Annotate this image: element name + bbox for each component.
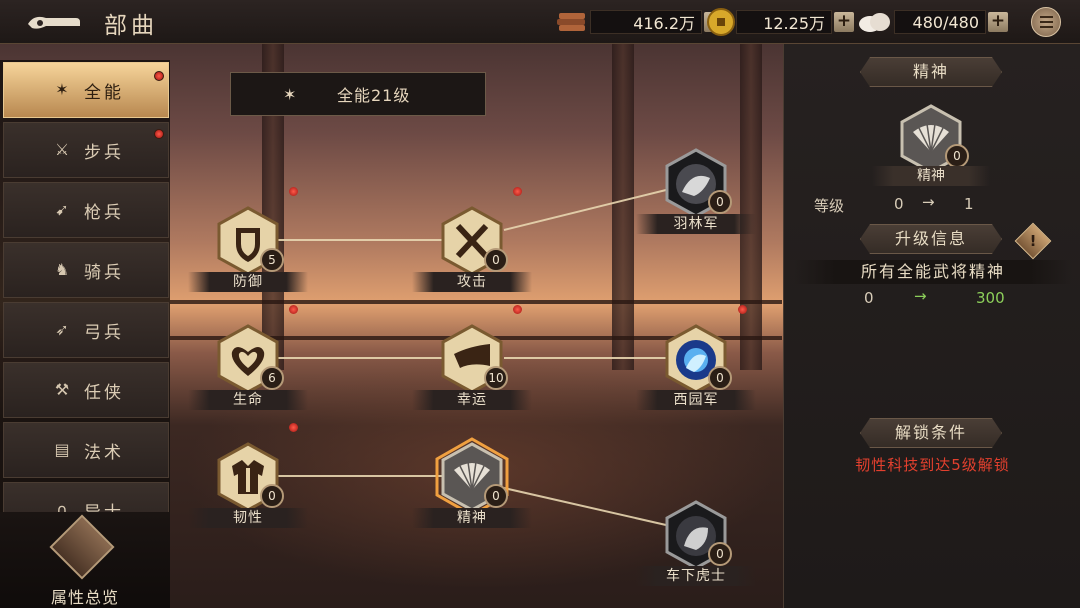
tab-label: 弓兵 (84, 322, 124, 343)
tech-node-yulin-army[interactable]: 0 羽林军 (636, 148, 756, 248)
back-arrow-icon[interactable] (24, 8, 82, 36)
tech-node-defense[interactable]: 5 防御 (188, 206, 308, 306)
tree-red-dot (513, 305, 522, 314)
tech-node-xiyuan-army[interactable]: 0 西园军 (636, 324, 756, 424)
node-count: 10 (484, 366, 508, 390)
level-text: 全能21级 (337, 86, 411, 105)
node-label: 生命 (188, 390, 308, 410)
node-count: 0 (708, 542, 732, 566)
skill-name: 精神 (872, 166, 990, 186)
detail-panel: 精神 0 精神 等级 0 → 1 升级信息 ! 所有全能武将精神 0 → 300… (783, 44, 1080, 608)
coins-value: 12.25万 (736, 10, 832, 34)
supplies-value: 416.2万 (590, 10, 702, 34)
unlock-requirement: 韧性科技到达5级解锁 (855, 456, 1010, 474)
background-pillar (612, 40, 634, 370)
node-label: 羽林军 (636, 214, 756, 234)
level-to: 1 (964, 195, 974, 213)
cloud-bun-icon (859, 13, 890, 32)
tech-node-luck[interactable]: 10 幸运 (412, 324, 532, 424)
node-count: 0 (708, 366, 732, 390)
stat-description: 所有全能武将精神 (794, 260, 1072, 284)
stat-from: 0 (864, 289, 874, 307)
node-label: 幸运 (412, 390, 532, 410)
panel-header: 精神 (860, 57, 1002, 87)
level-arrow: → (922, 193, 935, 211)
node-count: 5 (260, 248, 284, 272)
attribute-overview-button[interactable]: 属性总览 (0, 512, 170, 608)
tech-node-toughness[interactable]: 0 韧性 (188, 442, 308, 542)
bow-icon: ➶ (55, 320, 69, 339)
tree-red-dot (513, 187, 522, 196)
gold-coin-icon (707, 8, 735, 36)
unlock-conditions-header: 解锁条件 (860, 418, 1002, 448)
tab-cavalry[interactable]: ♞ 骑兵 (3, 242, 169, 298)
node-count: 6 (260, 366, 284, 390)
scroll-icon (49, 514, 115, 580)
tech-node-attack[interactable]: 0 攻击 (412, 206, 532, 306)
level-banner: ✶ 全能21级 (230, 72, 486, 116)
axe-icon: ⚒ (54, 380, 70, 399)
menu-button[interactable] (1031, 7, 1061, 37)
node-label: 韧性 (188, 508, 308, 528)
tab-label: 任侠 (84, 382, 124, 403)
upgrade-info-header: 升级信息 (860, 224, 1002, 254)
scroll-stack-icon (557, 13, 585, 31)
tab-label: 全能 (84, 82, 124, 103)
node-count: 0 (260, 484, 284, 508)
top-bar: 部曲 416.2万 + 12.25万 + 480/480 + (0, 0, 1080, 44)
sword-icon: ⚔ (54, 140, 70, 159)
overview-label: 属性总览 (50, 588, 119, 607)
spear-icon: ➹ (55, 200, 69, 219)
warning-symbol: ! (1029, 232, 1037, 250)
tab-spearmen[interactable]: ➹ 枪兵 (3, 182, 169, 238)
stat-to: 300 (976, 289, 1005, 307)
node-count: 0 (484, 248, 508, 272)
tree-red-dot (738, 305, 747, 314)
tech-node-life[interactable]: 6 生命 (188, 324, 308, 424)
notification-dot (154, 71, 164, 81)
node-label: 精神 (412, 508, 532, 528)
node-count: 0 (708, 190, 732, 214)
book-icon: ▤ (54, 440, 70, 459)
skill-count: 0 (945, 144, 969, 168)
horse-icon: ♞ (54, 260, 70, 279)
menu-icon-line (1039, 26, 1053, 28)
tab-magic[interactable]: ▤ 法术 (3, 422, 169, 478)
add-coins-button[interactable]: + (834, 12, 854, 32)
resource-supplies: 416.2万 + (556, 9, 724, 35)
tab-label: 骑兵 (84, 262, 124, 283)
page-title: 部曲 (104, 13, 158, 39)
tree-red-dot (289, 423, 298, 432)
node-label: 车下虎士 (636, 566, 756, 586)
level-from: 0 (894, 195, 904, 213)
menu-icon-line (1039, 16, 1053, 18)
all-round-icon: ✶ (283, 84, 297, 104)
node-label: 防御 (188, 272, 308, 292)
menu-icon-line (1039, 21, 1053, 23)
tab-archers[interactable]: ➶ 弓兵 (3, 302, 169, 358)
stat-arrow: → (914, 287, 927, 305)
resource-coins: 12.25万 + (706, 8, 854, 36)
tree-red-dot (289, 187, 298, 196)
node-label: 攻击 (412, 272, 532, 292)
add-stamina-button[interactable]: + (988, 12, 1008, 32)
tab-knights[interactable]: ⚒ 任侠 (3, 362, 169, 418)
tab-label: 枪兵 (84, 202, 124, 223)
tech-node-spirit[interactable]: 0 精神 (412, 437, 532, 542)
node-count: 0 (484, 484, 508, 508)
stamina-value: 480/480 (894, 10, 986, 34)
warning-icon[interactable]: ! (1014, 222, 1052, 260)
node-label: 西园军 (636, 390, 756, 410)
tab-label: 法术 (84, 442, 124, 463)
tab-infantry[interactable]: ⚔ 步兵 (3, 122, 169, 178)
tab-all-round[interactable]: ✶ 全能 (3, 62, 169, 118)
tab-label: 步兵 (84, 142, 124, 163)
resource-stamina: 480/480 + (856, 9, 1008, 35)
tech-node-chexia-tiger-guard[interactable]: 0 车下虎士 (636, 500, 756, 600)
all-round-icon: ✶ (55, 80, 69, 99)
level-label: 等级 (814, 197, 845, 215)
notification-dot (154, 129, 164, 139)
tree-red-dot (289, 305, 298, 314)
